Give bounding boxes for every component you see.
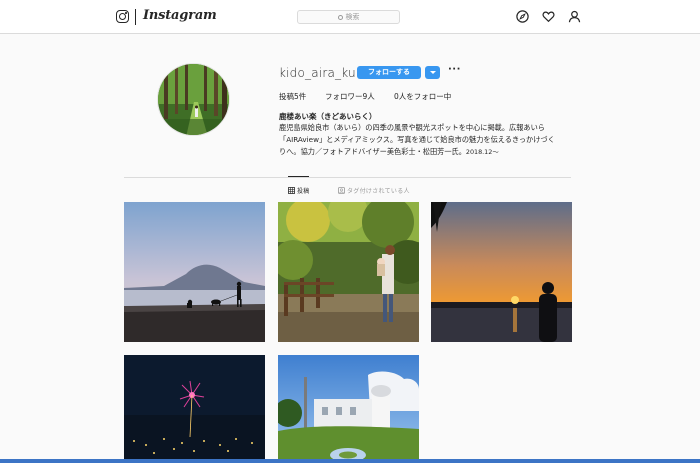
tab-posts-label: 投稿 — [297, 188, 310, 195]
tab-active-indicator — [288, 176, 309, 177]
instagram-wordmark[interactable]: Instagram — [143, 8, 217, 23]
search-placeholder: 検索 — [345, 13, 360, 21]
bio-line: りへ。協力／フォトアドバイザー美色彩士・松田芳一氏。2018.12〜 — [279, 147, 499, 157]
bio-line-text: りへ。協力／フォトアドバイザー美色彩士・松田芳一氏。 — [279, 147, 466, 156]
profile-username: kido_aira_ku — [279, 66, 356, 80]
post-thumbnail[interactable] — [124, 355, 265, 459]
tab-tagged[interactable]: タグ付けされている人 — [338, 186, 410, 195]
person-icon[interactable] — [568, 10, 581, 23]
follow-button[interactable]: フォローする — [357, 66, 421, 79]
avatar-forest-image — [158, 64, 229, 135]
tab-posts[interactable]: 投稿 — [288, 186, 310, 195]
bio-name: 鹿楼あい楽（きどあいらく） — [279, 112, 377, 121]
post-image-sunset-silhouette — [431, 202, 572, 342]
post-thumbnail[interactable] — [431, 202, 572, 342]
search-input[interactable]: 検索 — [297, 10, 400, 24]
tag-person-icon — [338, 187, 345, 194]
posts-count: 投稿5件 — [279, 92, 307, 101]
bio-date: 2018.12〜 — [465, 148, 499, 156]
bio-line: 「AIRAview」とメディアミックス。写真を通じて姶良市の魅力を伝えるきっかけ… — [279, 135, 555, 144]
bio-line: 鹿児島県姶良市（あいら）の四季の風景や観光スポットを中心に掲載。広報あいら — [279, 123, 545, 132]
search-icon — [337, 14, 343, 20]
post-thumbnail[interactable] — [278, 202, 419, 342]
heart-icon[interactable] — [542, 10, 555, 23]
grid-icon — [288, 187, 295, 194]
post-image-observatory-building — [278, 355, 419, 459]
compass-icon[interactable] — [516, 10, 529, 23]
top-nav: Instagram 検索 — [0, 0, 700, 34]
following-count[interactable]: 0人をフォロー中 — [394, 91, 451, 102]
instagram-glyph-icon[interactable] — [116, 10, 129, 23]
tab-divider — [124, 177, 571, 178]
nav-divider — [135, 9, 136, 25]
window-bottom-edge — [0, 459, 700, 463]
avatar[interactable] — [157, 63, 230, 136]
tab-tagged-label: タグ付けされている人 — [347, 188, 410, 195]
followers-count[interactable]: フォロワー9人 — [325, 91, 375, 102]
suggestions-dropdown-button[interactable] — [425, 66, 440, 79]
post-image-forest-mother-child — [278, 202, 419, 342]
post-image-night-fireworks — [124, 355, 265, 459]
post-image-sakurajima-beach — [124, 202, 265, 342]
post-thumbnail[interactable] — [278, 355, 419, 459]
more-options-button[interactable]: ··· — [448, 64, 461, 75]
post-thumbnail[interactable] — [124, 202, 265, 342]
